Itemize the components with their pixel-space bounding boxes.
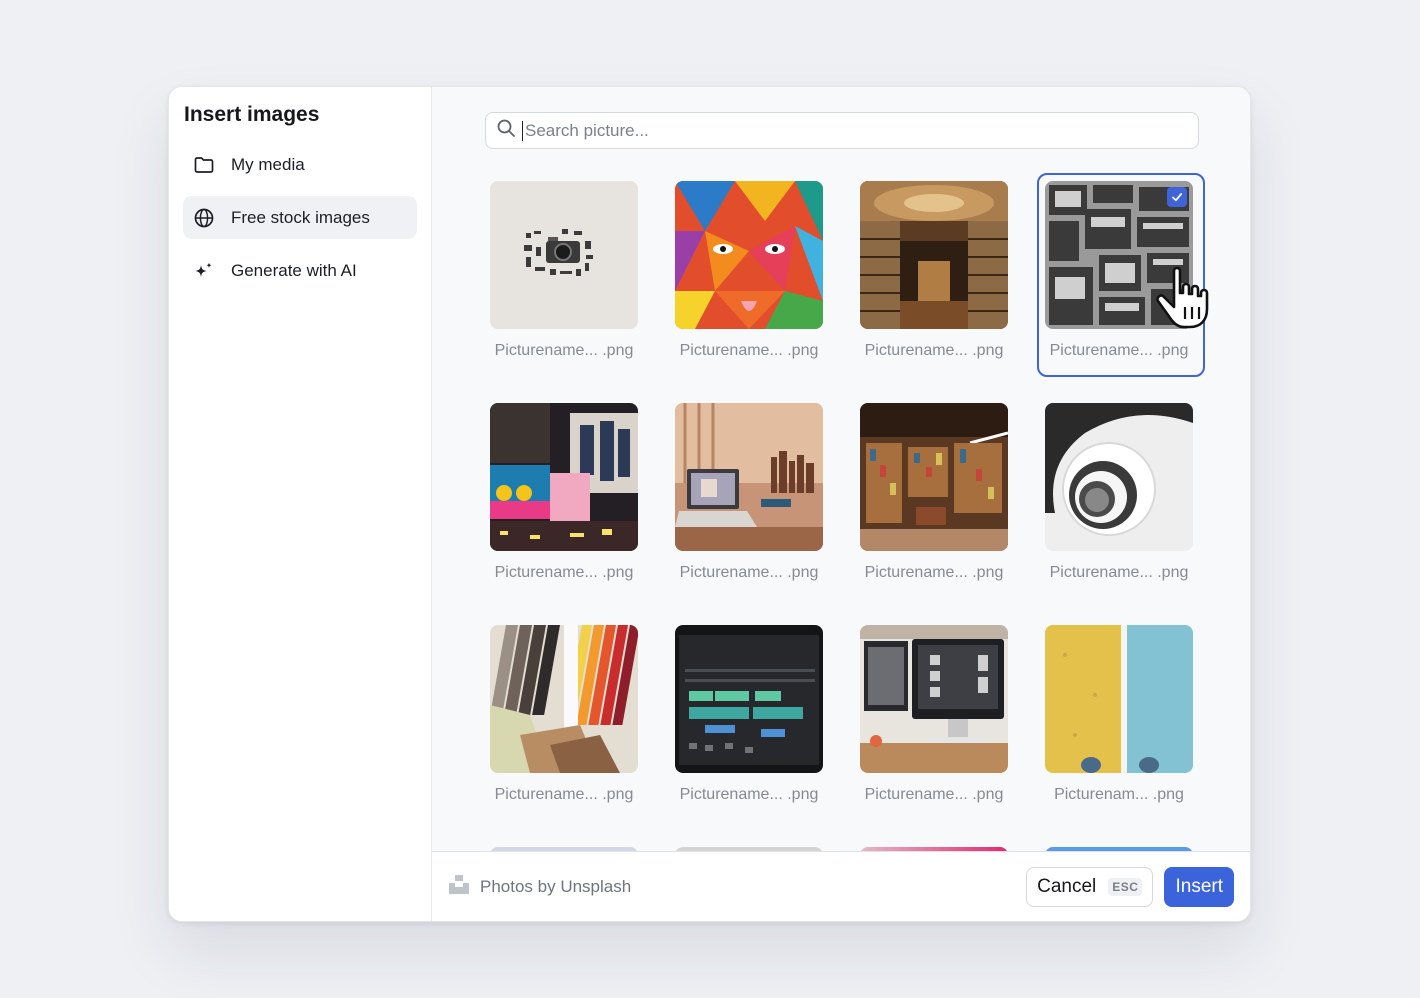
image-tile[interactable]: Picturename... .png xyxy=(490,625,638,847)
image-caption: Picturename... .png xyxy=(679,786,819,803)
cancel-button[interactable]: Cancel ESC xyxy=(1026,866,1154,907)
checkmark-icon xyxy=(1167,187,1187,207)
sidebar-item-label: Free stock images xyxy=(231,207,370,227)
image-tile[interactable]: Picturename... .png xyxy=(860,625,1008,847)
image-browser: Picturename... .png xyxy=(432,87,1250,921)
image-thumbnail xyxy=(860,625,1008,773)
sidebar-item-label: Generate with AI xyxy=(231,260,357,280)
image-tile[interactable]: Picturename... .png xyxy=(860,403,1008,625)
sidebar-item-label: My media xyxy=(231,154,305,174)
sparkle-icon xyxy=(193,260,215,282)
image-thumbnail xyxy=(490,403,638,551)
sidebar-item-free-stock-images[interactable]: Free stock images xyxy=(183,196,417,239)
image-thumbnail xyxy=(675,403,823,551)
image-grid: Picturename... .png Picturename... .png … xyxy=(490,173,1205,847)
folder-icon xyxy=(193,154,215,176)
globe-icon xyxy=(193,207,215,229)
image-thumbnail xyxy=(860,403,1008,551)
insert-button[interactable]: Insert xyxy=(1164,866,1234,907)
image-caption: Picturename... .png xyxy=(679,564,819,581)
image-caption: Picturename... .png xyxy=(1049,342,1189,359)
esc-shortcut-badge: ESC xyxy=(1108,877,1143,896)
cancel-label: Cancel xyxy=(1037,875,1097,897)
image-caption: Picturename... .png xyxy=(494,564,634,581)
sidebar-item-my-media[interactable]: My media xyxy=(183,143,417,186)
image-caption: Picturename... .png xyxy=(494,342,634,359)
insert-images-dialog: Insert images My media Free stock images… xyxy=(168,86,1251,922)
image-thumbnail xyxy=(490,625,638,773)
image-tile[interactable]: Picturename... .png xyxy=(490,403,638,625)
sidebar: Insert images My media Free stock images… xyxy=(169,87,432,921)
image-tile[interactable]: Picturename... .png xyxy=(675,625,823,847)
image-thumbnail xyxy=(860,181,1008,329)
search-input[interactable] xyxy=(522,120,1198,141)
dialog-title: Insert images xyxy=(184,103,320,126)
image-thumbnail xyxy=(1045,625,1193,773)
image-caption: Picturename... .png xyxy=(864,564,1004,581)
image-tile[interactable]: Picturename... .png xyxy=(490,181,638,403)
image-caption: Picturenam... .png xyxy=(1054,786,1184,803)
image-tile[interactable]: Picturename... .png xyxy=(675,403,823,625)
image-tile[interactable]: Picturename... .png xyxy=(675,181,823,403)
image-thumbnail xyxy=(675,181,823,329)
image-thumbnail xyxy=(490,181,638,329)
hand-pointer-icon xyxy=(1152,263,1222,338)
dialog-footer: Photos by Unsplash Cancel ESC Insert xyxy=(432,851,1250,921)
unsplash-credit[interactable]: Photos by Unsplash xyxy=(448,873,631,900)
search-bar[interactable] xyxy=(485,112,1199,149)
image-caption: Picturename... .png xyxy=(1049,564,1189,581)
image-tile[interactable]: Picturename... .png xyxy=(1045,403,1193,625)
image-thumbnail xyxy=(1045,403,1193,551)
search-icon xyxy=(496,118,516,143)
image-caption: Picturename... .png xyxy=(679,342,819,359)
image-caption: Picturename... .png xyxy=(864,342,1004,359)
sidebar-item-generate-with-ai[interactable]: Generate with AI xyxy=(183,249,417,292)
image-thumbnail xyxy=(675,625,823,773)
image-caption: Picturename... .png xyxy=(864,786,1004,803)
image-tile[interactable]: Picturenam... .png xyxy=(1045,625,1193,847)
credit-text: Photos by Unsplash xyxy=(480,876,632,896)
image-tile[interactable]: Picturename... .png xyxy=(860,181,1008,403)
image-caption: Picturename... .png xyxy=(494,786,634,803)
unsplash-logo-icon xyxy=(448,873,470,900)
